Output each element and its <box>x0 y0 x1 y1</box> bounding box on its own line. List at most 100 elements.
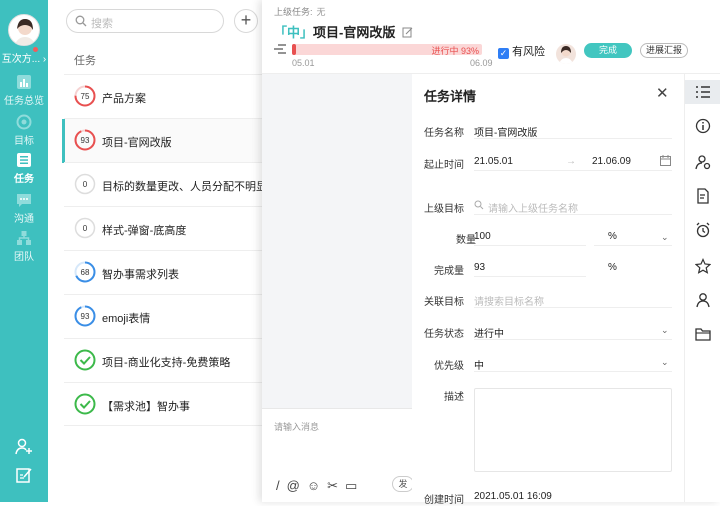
search-icon <box>75 15 87 27</box>
end-date-field[interactable]: 21.06.09 <box>592 156 631 167</box>
member-settings-icon[interactable] <box>695 154 711 170</box>
nav-item-goals[interactable]: 目标 <box>0 114 48 147</box>
done-field[interactable]: 93 <box>474 262 485 273</box>
chevron-down-icon[interactable]: ⌄ <box>661 325 669 336</box>
search-icon <box>474 200 484 210</box>
svg-text:0: 0 <box>83 180 88 189</box>
task-row-demand-pool[interactable]: 【需求池】智办事 <box>64 382 262 426</box>
name-field[interactable]: 项目-官网改版 <box>474 124 537 139</box>
done-unit: % <box>608 262 617 273</box>
nav-item-overview[interactable]: 任务总览 <box>0 74 48 107</box>
slash-command-icon[interactable]: / <box>276 478 287 493</box>
svg-text:93: 93 <box>81 136 90 145</box>
task-title-text: 项目-官网改版 <box>313 25 396 40</box>
task-row-label: 【需求池】智办事 <box>102 401 190 413</box>
task-title[interactable]: 「中」项目-官网改版 <box>274 22 413 41</box>
created-time: 2021.05.01 16:09 <box>474 491 552 502</box>
left-nav: 互次方... › 任务总览 目标 任务 沟通 团队 <box>0 0 48 502</box>
message-placeholder: 请输入消息 <box>274 422 320 432</box>
document-icon[interactable] <box>695 188 711 204</box>
task-row-goal-quantity[interactable]: 0 目标的数量更改、人员分配不明显 <box>64 162 267 206</box>
folder-attach-icon[interactable]: ▭ <box>345 478 364 493</box>
task-row-popup-height[interactable]: 0 样式-弹窗-底高度 <box>64 206 262 250</box>
quantity-field[interactable]: 100 <box>474 231 491 242</box>
task-detail: 任务详情 ✕ 任务名称 项目-官网改版 起止时间 21.05.01 → 21.0… <box>412 74 684 506</box>
parent-task[interactable]: 上级任务: 无 <box>274 5 326 18</box>
star-icon[interactable] <box>695 258 711 274</box>
svg-text:75: 75 <box>81 92 90 101</box>
emoji-icon[interactable]: ☺ <box>307 478 327 493</box>
chat-toolbar: /@☺✂▭ <box>276 478 364 494</box>
progress-text: 进行中 93% <box>431 46 479 56</box>
description-label: 描述 <box>444 392 464 403</box>
checkbox-checked-icon: ✓ <box>498 48 509 59</box>
nav-label-chat: 沟通 <box>14 214 34 225</box>
gantt-icon[interactable] <box>274 44 287 55</box>
search-placeholder: 搜索 <box>91 18 113 30</box>
alarm-icon[interactable] <box>695 222 711 238</box>
unit-select[interactable]: % <box>608 231 617 242</box>
info-icon[interactable] <box>695 118 711 134</box>
detail-sidebar <box>684 74 720 502</box>
start-date-field[interactable]: 21.05.01 <box>474 156 513 167</box>
created-label: 创建时间 <box>424 495 464 506</box>
date-arrow: → <box>566 156 576 167</box>
add-member-icon[interactable] <box>15 438 33 456</box>
person-icon[interactable] <box>695 292 711 308</box>
scissors-icon[interactable]: ✂ <box>327 478 345 493</box>
task-row-label: 智办事需求列表 <box>102 269 179 281</box>
add-task-button[interactable]: + <box>234 9 258 33</box>
owner-avatar[interactable] <box>556 44 576 64</box>
description-textarea[interactable] <box>474 388 672 472</box>
task-row-emoji[interactable]: 93 emoji表情 <box>64 294 262 338</box>
chat-icon <box>17 194 31 207</box>
progress-report-button[interactable]: 进展汇报 <box>640 43 688 58</box>
nav-item-tasks[interactable]: 任务 <box>0 152 48 185</box>
mention-icon[interactable]: @ <box>287 478 307 493</box>
period-label: 起止时间 <box>424 160 464 171</box>
check-circle-icon <box>74 349 96 371</box>
calendar-icon[interactable] <box>660 155 671 166</box>
user-name[interactable]: 互次方... › <box>0 50 48 65</box>
list-header: 任务 <box>74 55 96 67</box>
progress-ring: 0 <box>74 217 96 239</box>
progress-ring: 75 <box>74 85 96 107</box>
team-icon <box>17 231 31 245</box>
send-button[interactable]: 发 <box>392 476 414 492</box>
task-row-product-plan[interactable]: 75 产品方案 <box>64 74 262 118</box>
nav-item-chat[interactable]: 沟通 <box>0 192 48 225</box>
complete-button[interactable]: 完成 <box>584 43 632 58</box>
task-row-label: 产品方案 <box>102 93 146 105</box>
close-icon[interactable]: ✕ <box>656 84 669 102</box>
detail-heading: 任务详情 <box>424 89 477 104</box>
goal-search-input[interactable]: 请输入上级任务名称 <box>488 200 578 215</box>
priority-label: 优先级 <box>434 361 464 372</box>
svg-text:68: 68 <box>81 268 90 277</box>
folder-icon[interactable] <box>695 326 711 342</box>
bar-end-date: 06.09 <box>470 58 493 68</box>
task-row-label: emoji表情 <box>102 313 151 325</box>
status-select[interactable]: 进行中 <box>474 325 504 340</box>
user-avatar[interactable] <box>8 14 40 46</box>
priority-mark: 「中」 <box>274 25 314 40</box>
nav-label-goals: 目标 <box>14 136 34 147</box>
priority-select[interactable]: 中 <box>474 357 484 372</box>
task-row-commercial[interactable]: 项目-商业化支持-免费策略 <box>64 338 262 382</box>
progress-ring: 93 <box>74 129 96 151</box>
task-row-website-redesign[interactable]: 93 项目-官网改版 <box>62 118 262 163</box>
task-row-requirements[interactable]: 68 智办事需求列表 <box>64 250 262 294</box>
edit-icon[interactable] <box>15 466 33 484</box>
related-goal-input[interactable]: 请搜索目标名称 <box>474 293 544 308</box>
nav-item-team[interactable]: 团队 <box>0 230 48 263</box>
task-panel: 上级任务: 无 「中」项目-官网改版 进行中 93% 05.01 06.09 ✓ 有… <box>262 0 720 506</box>
chevron-down-icon[interactable]: ⌄ <box>661 232 669 243</box>
progress-ring: 93 <box>74 305 96 327</box>
risk-checkbox[interactable]: ✓ 有风险 <box>498 43 545 59</box>
progress-ring: 0 <box>74 173 96 195</box>
chevron-down-icon[interactable]: ⌄ <box>661 357 669 368</box>
task-row-label: 目标的数量更改、人员分配不明显 <box>102 181 267 193</box>
search-input[interactable]: 搜索 <box>66 9 224 33</box>
edit-title-icon[interactable] <box>402 27 413 38</box>
task-row-label: 项目-官网改版 <box>102 137 172 149</box>
list-icon[interactable] <box>695 84 711 100</box>
